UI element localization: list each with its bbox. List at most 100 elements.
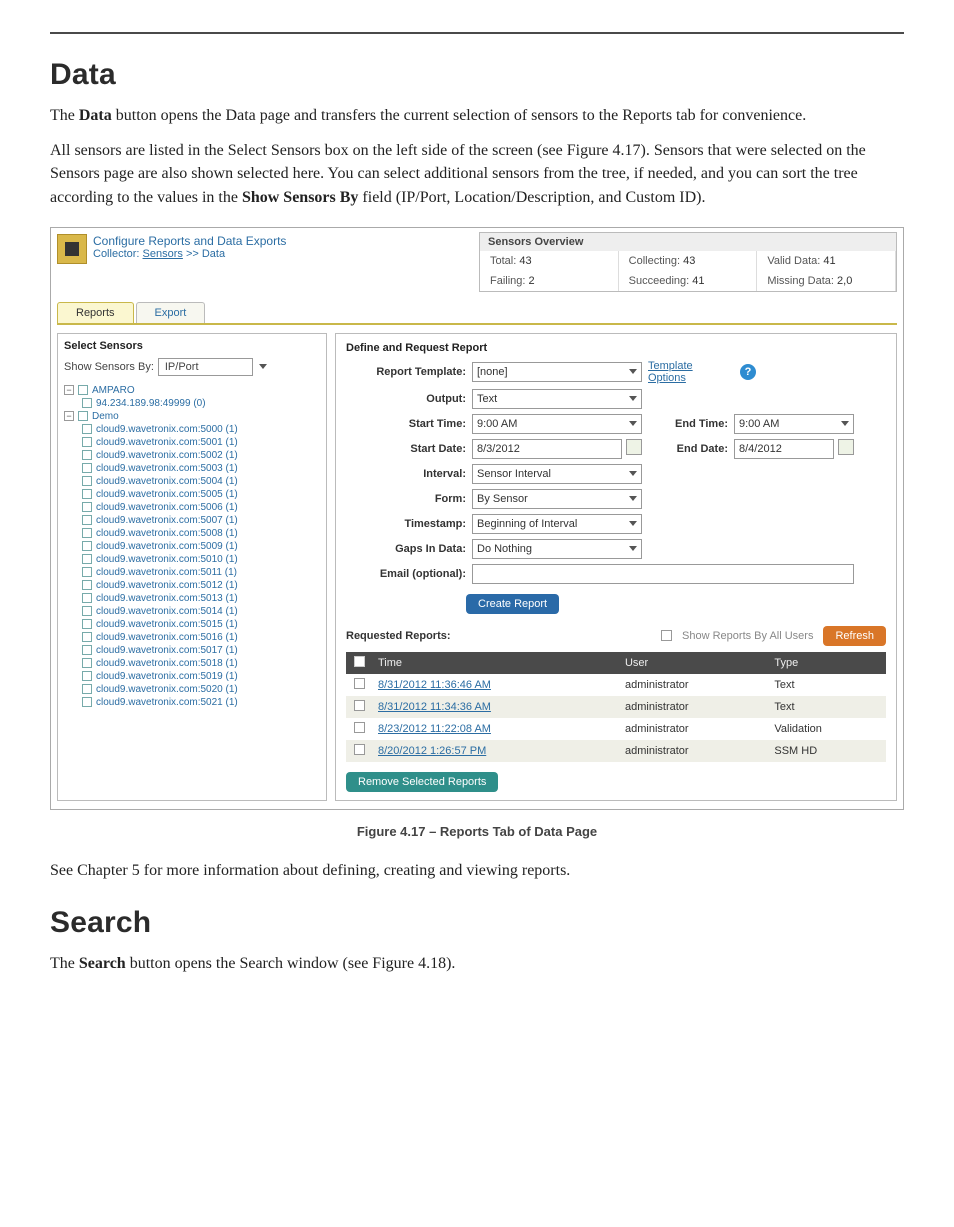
report-time-link[interactable]: 8/20/2012 1:26:57 PM [378,745,486,757]
tree-checkbox[interactable] [82,450,92,460]
tree-checkbox[interactable] [82,502,92,512]
tree-item[interactable]: cloud9.wavetronix.com:5017 (1) [64,644,320,657]
tree-checkbox[interactable] [78,385,88,395]
end-date-input[interactable]: 8/4/2012 [734,439,834,459]
interval-select[interactable]: Sensor Interval [472,464,642,484]
tree-item[interactable]: cloud9.wavetronix.com:5004 (1) [64,475,320,488]
tree-checkbox[interactable] [82,684,92,694]
remove-selected-button[interactable]: Remove Selected Reports [346,772,498,792]
select-all-checkbox[interactable] [354,656,365,667]
show-sensors-by-select[interactable]: IP/Port [158,358,253,376]
text: The [50,955,79,972]
tab-reports[interactable]: Reports [57,302,134,323]
show-sensors-by-label: Show Sensors By: [64,361,154,373]
tree-item[interactable]: cloud9.wavetronix.com:5005 (1) [64,488,320,501]
tree-item[interactable]: cloud9.wavetronix.com:5010 (1) [64,553,320,566]
tree-checkbox[interactable] [82,658,92,668]
tree-checkbox[interactable] [82,554,92,564]
tree-item[interactable]: cloud9.wavetronix.com:5003 (1) [64,462,320,475]
tree-node-amparo[interactable]: AMPARO [92,385,135,396]
output-select[interactable]: Text [472,389,642,409]
start-time-select[interactable]: 9:00 AM [472,414,642,434]
refresh-button[interactable]: Refresh [823,626,886,646]
col-type[interactable]: Type [768,652,886,674]
tree-item[interactable]: cloud9.wavetronix.com:5019 (1) [64,670,320,683]
timestamp-select[interactable]: Beginning of Interval [472,514,642,534]
tree-checkbox[interactable] [82,528,92,538]
calendar-icon[interactable] [626,439,642,455]
col-checkbox[interactable] [346,652,372,674]
tree-item[interactable]: cloud9.wavetronix.com:5014 (1) [64,605,320,618]
row-checkbox[interactable] [354,700,365,711]
row-checkbox[interactable] [354,744,365,755]
tree-checkbox[interactable] [82,593,92,603]
tree-item[interactable]: cloud9.wavetronix.com:5013 (1) [64,592,320,605]
gaps-select[interactable]: Do Nothing [472,539,642,559]
tree-item[interactable]: cloud9.wavetronix.com:5011 (1) [64,566,320,579]
create-report-button[interactable]: Create Report [466,594,559,614]
calendar-icon[interactable] [838,439,854,455]
help-icon[interactable]: ? [740,364,756,380]
show-all-users-checkbox[interactable] [661,630,672,641]
sensor-tree[interactable]: − AMPARO 94.234.189.98:49999 (0) − Demo cl… [64,384,320,709]
tree-collapse-icon[interactable]: − [64,385,74,395]
tree-checkbox[interactable] [82,476,92,486]
table-row[interactable]: 8/20/2012 1:26:57 PMadministratorSSM HD [346,740,886,762]
table-row[interactable]: 8/31/2012 11:34:36 AMadministratorText [346,696,886,718]
tree-checkbox[interactable] [82,541,92,551]
table-row[interactable]: 8/23/2012 11:22:08 AMadministratorValida… [346,718,886,740]
tree-item[interactable]: cloud9.wavetronix.com:5012 (1) [64,579,320,592]
tree-checkbox[interactable] [78,411,88,421]
template-select[interactable]: [none] [472,362,642,382]
tree-collapse-icon[interactable]: − [64,411,74,421]
tree-item[interactable]: cloud9.wavetronix.com:5000 (1) [64,423,320,436]
tree-checkbox[interactable] [82,463,92,473]
chevron-down-icon[interactable] [259,364,267,369]
tree-item[interactable]: cloud9.wavetronix.com:5002 (1) [64,449,320,462]
ov-total-lbl: Total: [490,255,516,267]
tab-export[interactable]: Export [136,302,206,323]
email-input[interactable] [472,564,854,584]
tree-item[interactable]: cloud9.wavetronix.com:5008 (1) [64,527,320,540]
tree-checkbox[interactable] [82,606,92,616]
tree-item-label: cloud9.wavetronix.com:5002 (1) [96,450,238,461]
tree-item[interactable]: cloud9.wavetronix.com:5009 (1) [64,540,320,553]
tree-item[interactable]: cloud9.wavetronix.com:5015 (1) [64,618,320,631]
report-time-link[interactable]: 8/31/2012 11:36:46 AM [378,679,491,691]
table-row[interactable]: 8/31/2012 11:36:46 AMadministratorText [346,674,886,696]
form-select[interactable]: By Sensor [472,489,642,509]
col-user[interactable]: User [619,652,768,674]
report-time-link[interactable]: 8/23/2012 11:22:08 AM [378,723,491,735]
start-date-input[interactable]: 8/3/2012 [472,439,622,459]
tree-checkbox[interactable] [82,645,92,655]
end-time-select[interactable]: 9:00 AM [734,414,854,434]
col-time[interactable]: Time [372,652,619,674]
tree-item[interactable]: cloud9.wavetronix.com:5021 (1) [64,696,320,709]
tree-item[interactable]: cloud9.wavetronix.com:5020 (1) [64,683,320,696]
tree-checkbox[interactable] [82,619,92,629]
tree-checkbox[interactable] [82,697,92,707]
tree-item[interactable]: cloud9.wavetronix.com:5001 (1) [64,436,320,449]
report-time-link[interactable]: 8/31/2012 11:34:36 AM [378,701,491,713]
collector-link[interactable]: Sensors [143,248,183,260]
tree-item[interactable]: cloud9.wavetronix.com:5006 (1) [64,501,320,514]
tree-checkbox[interactable] [82,567,92,577]
tree-checkbox[interactable] [82,424,92,434]
row-checkbox[interactable] [354,678,365,689]
tree-item[interactable]: cloud9.wavetronix.com:5018 (1) [64,657,320,670]
tree-node-demo[interactable]: Demo [92,411,119,422]
tree-checkbox[interactable] [82,437,92,447]
chevron-down-icon [629,421,637,426]
tree-checkbox[interactable] [82,580,92,590]
template-options-link[interactable]: Template Options [648,360,693,384]
row-checkbox[interactable] [354,722,365,733]
tree-checkbox[interactable] [82,632,92,642]
tree-node-amparo-child[interactable]: 94.234.189.98:49999 (0) [96,398,206,409]
tree-item[interactable]: cloud9.wavetronix.com:5016 (1) [64,631,320,644]
tree-checkbox[interactable] [82,671,92,681]
tree-item-label: cloud9.wavetronix.com:5020 (1) [96,684,238,695]
tree-item[interactable]: cloud9.wavetronix.com:5007 (1) [64,514,320,527]
tree-checkbox[interactable] [82,489,92,499]
tree-checkbox[interactable] [82,398,92,408]
tree-checkbox[interactable] [82,515,92,525]
